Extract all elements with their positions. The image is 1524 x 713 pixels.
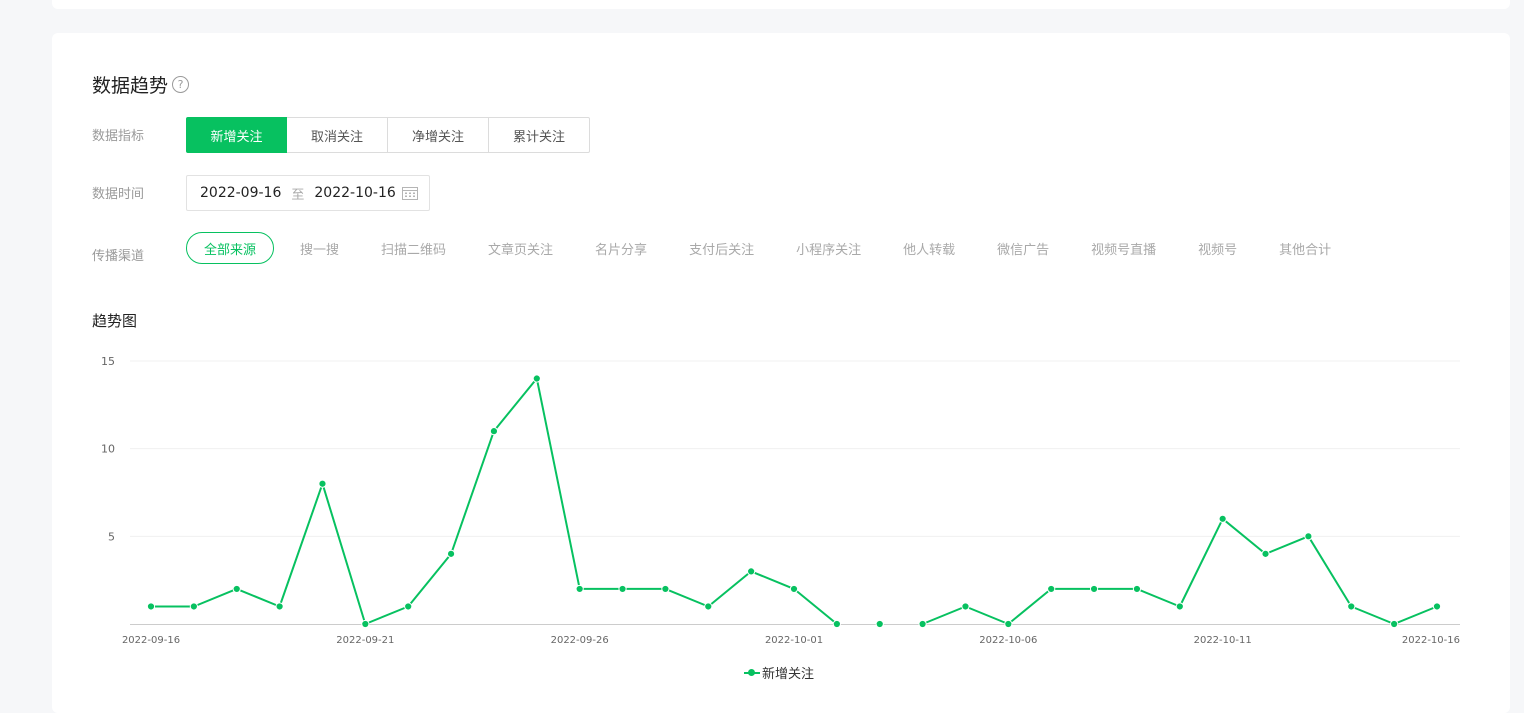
data-point: [146, 602, 156, 611]
data-point: [575, 584, 584, 594]
data-point: [918, 619, 927, 629]
data-point: [1047, 584, 1056, 594]
data-point: [232, 584, 241, 594]
data-point: [789, 584, 799, 594]
data-point: [704, 602, 713, 611]
data-point: [747, 567, 756, 576]
data-point: [1261, 549, 1270, 558]
x-tick-label: 2022-10-06: [979, 635, 1037, 646]
data-point: [189, 602, 198, 611]
data-point: [1132, 584, 1142, 594]
x-tick-label: 2022-10-01: [765, 635, 823, 646]
data-point: [1218, 514, 1227, 523]
data-point: [318, 479, 327, 488]
chart-legend[interactable]: 新增关注: [744, 663, 814, 682]
legend-label: 新增关注: [762, 667, 815, 682]
data-point: [404, 602, 413, 611]
data-point: [532, 374, 541, 383]
y-tick-label: 15: [101, 355, 115, 368]
data-point: [661, 584, 670, 594]
data-trend-card: 数据趋势 ? 数据指标 新增关注 取消关注 净增关注 累计关注 数据时间 202…: [52, 33, 1510, 713]
data-point: [1432, 602, 1442, 611]
data-point: [618, 584, 627, 594]
data-point: [1089, 584, 1099, 594]
x-tick-label: 2022-10-16: [1402, 635, 1460, 646]
data-point: [1347, 602, 1356, 611]
y-tick-label: 10: [101, 443, 115, 456]
data-point: [361, 619, 370, 629]
x-tick-label: 2022-10-11: [1194, 635, 1252, 646]
data-point: [275, 602, 284, 611]
x-tick-label: 2022-09-21: [336, 635, 394, 646]
data-point: [1175, 602, 1184, 611]
previous-section-card: [52, 0, 1510, 9]
x-tick-label: 2022-09-26: [551, 635, 609, 646]
data-point: [832, 619, 841, 629]
data-point: [1304, 532, 1313, 541]
data-point: [446, 549, 456, 558]
data-point: [1004, 619, 1013, 629]
y-tick-label: 5: [108, 530, 115, 543]
legend-line-marker: [744, 668, 760, 678]
data-point: [489, 427, 499, 436]
x-tick-label: 2022-09-16: [122, 635, 180, 646]
data-point: [961, 602, 970, 611]
trend-chart: 5 10 15 2022-09-16 2022-09-21 2022-09-26 2022-…: [101, 355, 1460, 646]
data-point: [1390, 619, 1399, 629]
data-point: [875, 619, 884, 629]
